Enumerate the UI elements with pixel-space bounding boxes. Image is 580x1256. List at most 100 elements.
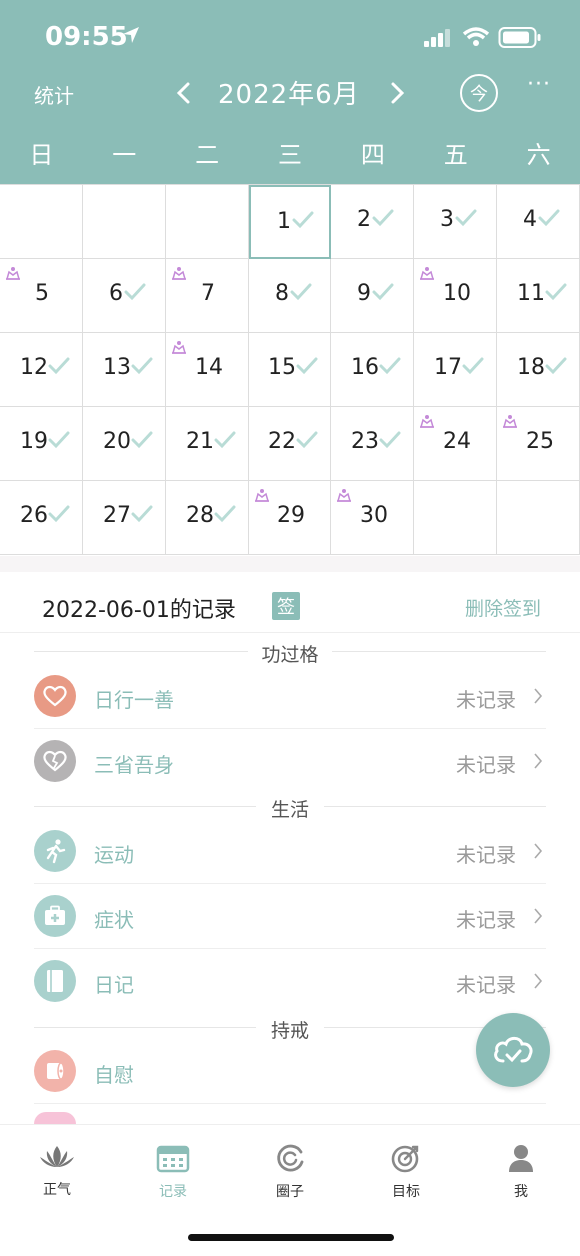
calendar-day[interactable]: 3 xyxy=(414,185,497,259)
row-self-comfort[interactable]: 自慰 0 xyxy=(34,1039,546,1103)
calendar-day[interactable]: 10 xyxy=(414,259,497,333)
checkmark-icon xyxy=(48,505,70,523)
delete-checkin-button[interactable]: 删除签到 xyxy=(465,594,541,621)
home-indicator xyxy=(188,1234,394,1241)
calendar-day[interactable]: 9 xyxy=(331,259,414,333)
chevron-right-icon xyxy=(534,973,543,989)
calendar-day[interactable]: 24 xyxy=(414,407,497,481)
tissue-roll-icon xyxy=(34,1050,76,1092)
location-arrow-icon xyxy=(123,27,139,43)
calendar-day[interactable]: 4 xyxy=(497,185,580,259)
prev-month-button[interactable] xyxy=(170,76,198,110)
day-number: 10 xyxy=(443,281,471,306)
status-time: 09:55 xyxy=(45,22,128,52)
calendar-day[interactable]: 22 xyxy=(249,407,331,481)
checkmark-icon xyxy=(214,431,236,449)
tab-me[interactable]: 我 xyxy=(481,1143,561,1201)
calendar-day[interactable]: 21 xyxy=(166,407,249,481)
calendar-empty-cell xyxy=(0,185,83,259)
row-diary[interactable]: 日记 未记录 xyxy=(34,949,546,1013)
calendar-day[interactable]: 16 xyxy=(331,333,414,407)
weekday-label: 六 xyxy=(526,141,551,169)
calendar-day[interactable]: 30 xyxy=(331,481,414,555)
calendar-day[interactable]: 15 xyxy=(249,333,331,407)
row-good-deed[interactable]: 日行一善 未记录 xyxy=(34,664,546,728)
meditation-mark-icon xyxy=(172,341,186,354)
day-number: 6 xyxy=(109,281,123,306)
tab-record[interactable]: 记录 xyxy=(133,1143,213,1201)
row-label: 运动 xyxy=(94,843,134,867)
day-number: 29 xyxy=(277,503,305,528)
row-label: 症状 xyxy=(94,908,134,932)
day-number: 8 xyxy=(275,281,289,306)
checkmark-icon xyxy=(292,211,314,229)
day-number: 26 xyxy=(20,503,48,528)
medical-kit-icon xyxy=(34,895,76,937)
cloud-sync-button[interactable] xyxy=(476,1013,550,1087)
profile-icon xyxy=(509,1145,533,1172)
day-number: 9 xyxy=(357,281,371,306)
checkmark-icon xyxy=(379,357,401,375)
tab-target[interactable]: 目标 xyxy=(366,1143,446,1201)
calendar-day[interactable]: 8 xyxy=(249,259,331,333)
calendar-day[interactable]: 19 xyxy=(0,407,83,481)
calendar-day[interactable]: 28 xyxy=(166,481,249,555)
row-label: 三省吾身 xyxy=(94,753,174,777)
record-header: 2022-06-01的记录 签 删除签到 xyxy=(0,572,580,633)
day-number: 21 xyxy=(186,429,214,454)
calendar-day[interactable]: 6 xyxy=(83,259,166,333)
day-number: 13 xyxy=(103,355,131,380)
chevron-right-icon xyxy=(534,753,543,769)
calendar-day[interactable]: 27 xyxy=(83,481,166,555)
stats-button[interactable]: 统计 xyxy=(34,80,74,109)
calendar-day[interactable]: 1 xyxy=(249,185,331,259)
calendar-day[interactable]: 20 xyxy=(83,407,166,481)
calendar-day[interactable]: 23 xyxy=(331,407,414,481)
partial-row-icon xyxy=(34,1112,76,1124)
notebook-icon xyxy=(34,960,76,1002)
day-number: 2 xyxy=(357,207,371,232)
day-number: 5 xyxy=(35,281,49,306)
calendar-day[interactable]: 17 xyxy=(414,333,497,407)
calendar-day[interactable]: 13 xyxy=(83,333,166,407)
chevron-right-icon xyxy=(391,82,405,104)
today-label: 今 xyxy=(470,84,488,105)
calendar-day[interactable]: 12 xyxy=(0,333,83,407)
day-number: 28 xyxy=(186,503,214,528)
calendar-day[interactable]: 14 xyxy=(166,333,249,407)
divider xyxy=(0,556,580,572)
day-number: 15 xyxy=(268,355,296,380)
tab-label: 我 xyxy=(514,1184,528,1200)
calendar-day[interactable]: 29 xyxy=(249,481,331,555)
calendar-day[interactable]: 11 xyxy=(497,259,580,333)
row-status: 未记录 xyxy=(456,973,516,997)
weekday-header: 日 一 二 三 四 五 六 xyxy=(0,130,580,180)
tab-zhengqi[interactable]: 正气 xyxy=(17,1143,97,1199)
chevron-left-icon xyxy=(176,82,190,104)
day-number: 25 xyxy=(526,429,554,454)
row-symptom[interactable]: 症状 未记录 xyxy=(34,884,546,948)
checkmark-icon xyxy=(545,283,567,301)
calendar-day[interactable]: 2 xyxy=(331,185,414,259)
signal-icon xyxy=(424,29,450,47)
calendar-day[interactable]: 18 xyxy=(497,333,580,407)
checkmark-icon xyxy=(131,431,153,449)
weekday-label: 日 xyxy=(29,141,54,169)
today-button[interactable]: 今 xyxy=(460,74,498,112)
calendar-day[interactable]: 5 xyxy=(0,259,83,333)
row-exercise[interactable]: 运动 未记录 xyxy=(34,819,546,883)
calendar-day[interactable]: 7 xyxy=(166,259,249,333)
tab-circle[interactable]: 圈子 xyxy=(250,1143,330,1201)
next-month-button[interactable] xyxy=(383,76,411,110)
circle-icon xyxy=(277,1144,304,1172)
more-button[interactable]: ··· xyxy=(527,72,551,97)
day-number: 22 xyxy=(268,429,296,454)
row-reflection[interactable]: 三省吾身 未记录 xyxy=(34,729,546,793)
day-number: 18 xyxy=(517,355,545,380)
calendar-day[interactable]: 25 xyxy=(497,407,580,481)
meditation-mark-icon xyxy=(420,415,434,428)
day-number: 12 xyxy=(20,355,48,380)
calendar-day[interactable]: 26 xyxy=(0,481,83,555)
calendar-grid: 1 2 3 4 5 6 7 8 9 10 11 12 13 14 15 16 17 18 19 20 21 22 23 24 2… xyxy=(0,184,580,557)
day-number: 24 xyxy=(443,429,471,454)
